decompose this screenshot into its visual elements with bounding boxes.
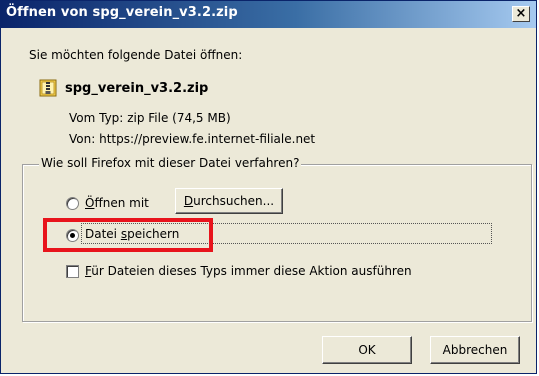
close-button[interactable]: × <box>512 6 530 22</box>
always-do-checkbox[interactable] <box>66 265 79 278</box>
open-prompt: Sie möchten folgende Datei öffnen: <box>29 48 243 62</box>
zip-file-icon <box>39 79 57 97</box>
file-type-value: zip File (74,5 MB) <box>127 111 231 125</box>
file-type-label: Vom Typ: <box>69 111 124 125</box>
open-with-radio[interactable] <box>66 197 79 210</box>
file-source-label: Von: <box>69 132 96 146</box>
file-source-value: https://preview.fe.internet-filiale.net <box>99 132 316 146</box>
file-name: spg_verein_v3.2.zip <box>65 80 209 96</box>
file-info-row: spg_verein_v3.2.zip <box>39 79 208 97</box>
open-with-label[interactable]: Öffnen mit <box>85 196 149 210</box>
file-source-line: Von: https://preview.fe.internet-filiale… <box>69 132 315 146</box>
window-title: Öffnen von spg_verein_v3.2.zip <box>6 5 238 20</box>
close-icon: × <box>515 6 527 21</box>
browse-button[interactable]: Durchsuchen... <box>175 188 283 214</box>
action-group-legend: Wie soll Firefox mit dieser Datei verfah… <box>39 156 302 170</box>
ok-button[interactable]: OK <box>322 336 412 364</box>
download-dialog: Öffnen von spg_verein_v3.2.zip × Sie möc… <box>0 0 537 374</box>
always-do-label[interactable]: Für Dateien dieses Typs immer diese Akti… <box>85 264 412 278</box>
file-type-line: Vom Typ: zip File (74,5 MB) <box>69 111 231 125</box>
cancel-button[interactable]: Abbrechen <box>430 336 520 364</box>
annotation-highlight-box <box>43 218 213 252</box>
title-bar[interactable]: Öffnen von spg_verein_v3.2.zip × <box>1 1 536 28</box>
